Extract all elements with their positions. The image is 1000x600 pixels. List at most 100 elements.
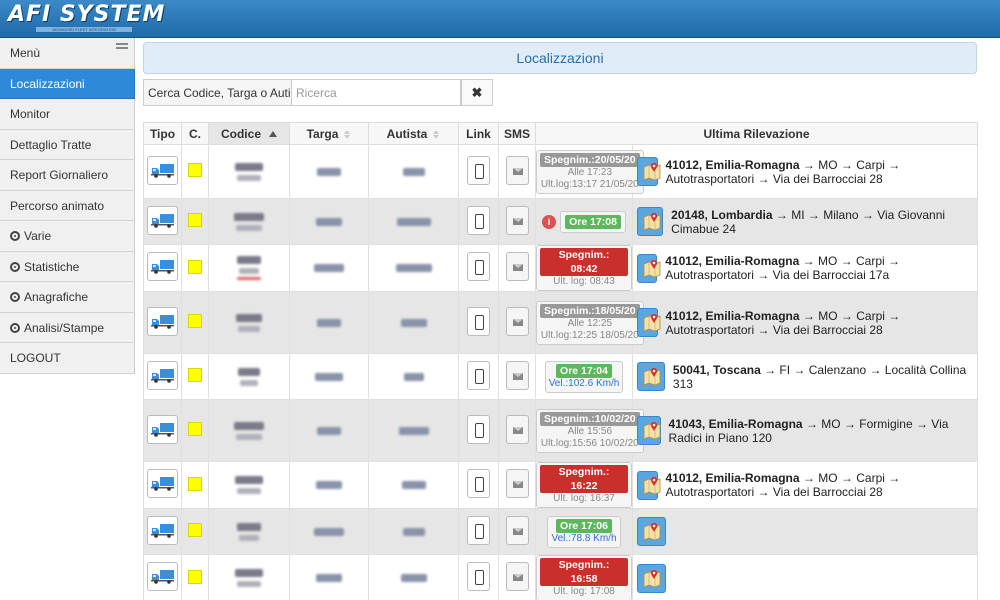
table-header: Tipo C. Codice Targa Autista Link SMS Ul… [143, 122, 978, 145]
col-sms[interactable]: SMS [498, 122, 536, 145]
col-link[interactable]: Link [458, 122, 499, 145]
search-input[interactable] [291, 79, 461, 106]
codice-cell [208, 554, 290, 600]
map-pin-button[interactable] [637, 563, 666, 593]
truck-button[interactable] [147, 252, 178, 281]
redacted-text [395, 264, 432, 272]
status-badge: Spegnim.:20/05/20 Alle 17:23 Ult.log:13:… [536, 149, 644, 194]
phone-icon[interactable] [467, 252, 490, 281]
truck-button[interactable] [147, 414, 178, 444]
status-detail: Alle 12:25 [567, 317, 613, 329]
redacted-text [237, 581, 261, 587]
sidebar-item-localizzazioni[interactable]: Localizzazioni [0, 68, 135, 99]
sms-cell [498, 353, 536, 400]
map-pin-button[interactable] [637, 253, 661, 283]
table-row: Ore 17:04 Vel.:102.6 Km/h 50041, Toscana… [143, 353, 978, 400]
map-pin-button[interactable] [637, 308, 661, 337]
sidebar-item-report-giornaliero[interactable]: Report Giornaliero [0, 160, 135, 191]
sms-cell [498, 461, 536, 509]
map-pin-button[interactable] [637, 470, 661, 500]
truck-icon [151, 477, 174, 491]
redacted-text [317, 426, 341, 435]
sidebar-item-statistiche[interactable]: Statistiche [0, 251, 135, 282]
tipo-cell [143, 508, 182, 555]
indicator-cell [181, 508, 209, 555]
map-pin-icon [643, 213, 661, 231]
sidebar-item-monitor[interactable]: Monitor [0, 99, 135, 130]
phone-icon[interactable] [467, 469, 490, 498]
location-cell: 50041, Toscana → FI → Calenzano → Locali… [632, 353, 978, 400]
sidebar-item-label: Report Giornaliero [10, 168, 109, 182]
sidebar-item-analisi-stampe[interactable]: Analisi/Stampe [0, 312, 135, 343]
envelope-icon[interactable] [505, 469, 529, 498]
map-pin-button[interactable] [637, 207, 664, 236]
alert-icon[interactable]: i [542, 214, 557, 229]
logo: AFI SYSTEM [8, 2, 166, 27]
map-pin-button[interactable] [637, 157, 661, 186]
indicator-cell [181, 198, 209, 245]
phone-icon[interactable] [467, 562, 490, 591]
sidebar-item-label: LOGOUT [10, 351, 61, 365]
sidebar-item-percorso-animato[interactable]: Percorso animato [0, 190, 135, 221]
autista-cell [368, 198, 459, 245]
codice-cell [208, 461, 290, 509]
location-cell: 20148, Lombardia → MI → Milano → Via Gio… [632, 198, 978, 245]
col-targa[interactable]: Targa [289, 122, 369, 145]
col-c[interactable]: C. [181, 122, 209, 145]
sidebar-item-anagrafiche[interactable]: Anagrafiche [0, 282, 135, 313]
status-detail: Alle 17:23 [567, 166, 613, 178]
sms-cell [498, 291, 536, 354]
phone-icon[interactable] [467, 306, 490, 336]
redacted-text [237, 488, 261, 494]
sidebar-item-dettaglio-tratte[interactable]: Dettaglio Tratte [0, 129, 135, 160]
redacted-text [234, 212, 264, 221]
location-text: 50041, Toscana → FI → Calenzano → Locali… [672, 362, 967, 391]
sidebar-item-label: Statistiche [24, 259, 80, 274]
sidebar-item-logout[interactable]: LOGOUT [0, 343, 135, 374]
envelope-icon[interactable] [505, 155, 529, 185]
envelope-icon[interactable] [505, 562, 529, 591]
sidebar-item-menu[interactable]: Menù [0, 38, 135, 69]
map-pin-button[interactable] [637, 416, 661, 445]
envelope-icon[interactable] [505, 252, 529, 281]
envelope-icon[interactable] [505, 414, 529, 444]
truck-icon [151, 163, 174, 178]
autista-cell [368, 144, 459, 199]
redacted-text [235, 162, 263, 171]
redacted-text [238, 325, 260, 332]
envelope-icon[interactable] [505, 360, 529, 390]
truck-button[interactable] [147, 469, 178, 498]
clear-search-button[interactable]: ✖ [461, 79, 493, 106]
envelope-icon[interactable] [505, 306, 529, 336]
tipo-cell [143, 244, 182, 292]
location-text: 41012, Emilia-Romagna → MO → Carpi → Aut… [665, 471, 901, 499]
link-cell [458, 198, 499, 245]
phone-icon[interactable] [467, 414, 490, 444]
map-pin-button[interactable] [637, 362, 665, 391]
col-ultima-rilevazione[interactable]: Ultima Rilevazione [535, 122, 978, 145]
envelope-icon[interactable] [505, 515, 529, 545]
hamburger-icon[interactable] [116, 43, 128, 52]
phone-icon[interactable] [467, 515, 490, 545]
truck-button[interactable] [147, 360, 178, 390]
truck-button[interactable] [147, 205, 178, 235]
truck-button[interactable] [147, 515, 178, 545]
phone-icon[interactable] [467, 360, 490, 390]
redacted-text [237, 256, 261, 264]
redacted-text [235, 476, 263, 484]
map-pin-button[interactable] [637, 517, 666, 546]
table-row: Spegnim.: 16:58 Ult. log: 17:08 [143, 554, 978, 600]
col-tipo[interactable]: Tipo [143, 122, 182, 145]
truck-button[interactable] [147, 306, 178, 336]
col-codice[interactable]: Codice [208, 122, 290, 145]
envelope-icon[interactable] [505, 205, 529, 235]
redacted-text [316, 574, 342, 582]
sidebar-item-varie[interactable]: Varie [0, 221, 135, 252]
sidebar-item-label: Menù [10, 46, 41, 60]
phone-icon[interactable] [467, 205, 490, 235]
phone-icon[interactable] [467, 155, 490, 185]
truck-button[interactable] [147, 155, 178, 185]
col-autista[interactable]: Autista [368, 122, 459, 145]
truck-button[interactable] [147, 562, 178, 591]
codice-cell [208, 244, 290, 292]
